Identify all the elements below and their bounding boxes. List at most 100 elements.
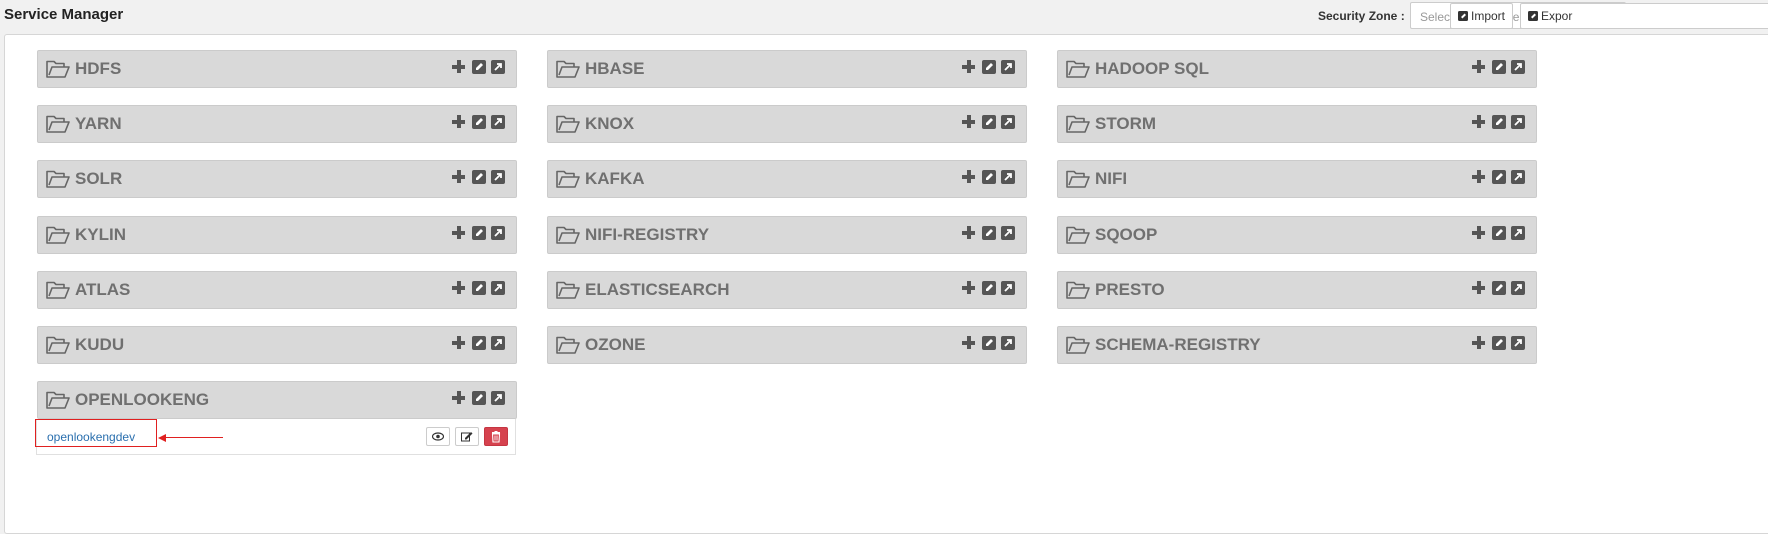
- view-repo-button[interactable]: [426, 427, 450, 446]
- service-kudu[interactable]: KUDU: [37, 326, 517, 364]
- external-link-icon[interactable]: [1001, 336, 1015, 350]
- edit-icon: [461, 432, 473, 442]
- edit-icon[interactable]: [1492, 281, 1506, 295]
- service-name: HDFS: [75, 59, 122, 78]
- service-actions: [1472, 226, 1525, 242]
- edit-icon[interactable]: [472, 170, 486, 184]
- plus-icon[interactable]: [962, 281, 977, 296]
- edit-icon[interactable]: [472, 391, 486, 405]
- external-link-icon[interactable]: [1511, 115, 1525, 129]
- service-actions: [962, 336, 1015, 352]
- service-nifi-registry[interactable]: NIFI-REGISTRY: [547, 216, 1027, 254]
- plus-icon[interactable]: [1472, 115, 1487, 130]
- import-icon: [1458, 11, 1468, 21]
- folder-open-icon: [556, 226, 580, 250]
- plus-icon[interactable]: [452, 391, 467, 406]
- edit-icon[interactable]: [1492, 170, 1506, 184]
- external-link-icon[interactable]: [1001, 115, 1015, 129]
- service-atlas[interactable]: ATLAS: [37, 271, 517, 309]
- external-link-icon[interactable]: [1001, 60, 1015, 74]
- plus-icon[interactable]: [1472, 226, 1487, 241]
- service-hdfs[interactable]: HDFS: [37, 50, 517, 88]
- edit-icon[interactable]: [1492, 60, 1506, 74]
- external-link-icon[interactable]: [1511, 60, 1525, 74]
- service-yarn[interactable]: YARN: [37, 105, 517, 143]
- plus-icon[interactable]: [1472, 336, 1487, 351]
- service-openlookeng[interactable]: OPENLOOKENG: [37, 381, 517, 419]
- import-button[interactable]: Import: [1450, 3, 1514, 29]
- service-nifi[interactable]: NIFI: [1057, 160, 1537, 198]
- export-button[interactable]: Expor: [1520, 3, 1768, 29]
- external-link-icon[interactable]: [1001, 281, 1015, 295]
- plus-icon[interactable]: [452, 226, 467, 241]
- service-storm[interactable]: STORM: [1057, 105, 1537, 143]
- service-solr[interactable]: SOLR: [37, 160, 517, 198]
- plus-icon[interactable]: [452, 170, 467, 185]
- service-presto[interactable]: PRESTO: [1057, 271, 1537, 309]
- plus-icon[interactable]: [452, 115, 467, 130]
- plus-icon[interactable]: [452, 281, 467, 296]
- annotation-arrow-head: [158, 434, 166, 442]
- edit-icon[interactable]: [1492, 336, 1506, 350]
- external-link-icon[interactable]: [1511, 226, 1525, 240]
- service-actions: [452, 226, 505, 242]
- service-name: YARN: [75, 114, 122, 133]
- edit-repo-button[interactable]: [455, 427, 479, 446]
- service-schema-registry[interactable]: SCHEMA-REGISTRY: [1057, 326, 1537, 364]
- plus-icon[interactable]: [452, 336, 467, 351]
- plus-icon[interactable]: [1472, 281, 1487, 296]
- edit-icon[interactable]: [1492, 115, 1506, 129]
- plus-icon[interactable]: [962, 115, 977, 130]
- page-title: Service Manager: [4, 6, 124, 23]
- edit-icon[interactable]: [472, 226, 486, 240]
- folder-open-icon: [556, 281, 580, 305]
- edit-icon[interactable]: [472, 115, 486, 129]
- external-link-icon[interactable]: [491, 391, 505, 405]
- plus-icon[interactable]: [1472, 170, 1487, 185]
- external-link-icon[interactable]: [491, 115, 505, 129]
- service-kylin[interactable]: KYLIN: [37, 216, 517, 254]
- service-name: SQOOP: [1095, 225, 1158, 244]
- external-link-icon[interactable]: [1511, 170, 1525, 184]
- service-actions: [452, 281, 505, 297]
- service-actions: [452, 336, 505, 352]
- delete-repo-button[interactable]: [484, 427, 508, 446]
- external-link-icon[interactable]: [491, 60, 505, 74]
- edit-icon[interactable]: [472, 60, 486, 74]
- external-link-icon[interactable]: [491, 336, 505, 350]
- external-link-icon[interactable]: [1511, 281, 1525, 295]
- annotation-highlight-box: [35, 419, 157, 447]
- service-name: PRESTO: [1095, 280, 1165, 299]
- edit-icon[interactable]: [982, 60, 996, 74]
- plus-icon[interactable]: [962, 336, 977, 351]
- external-link-icon[interactable]: [491, 226, 505, 240]
- plus-icon[interactable]: [1472, 60, 1487, 75]
- external-link-icon[interactable]: [491, 281, 505, 295]
- external-link-icon[interactable]: [1001, 170, 1015, 184]
- plus-icon[interactable]: [962, 226, 977, 241]
- plus-icon[interactable]: [452, 60, 467, 75]
- edit-icon[interactable]: [982, 170, 996, 184]
- service-hadoop-sql[interactable]: HADOOP SQL: [1057, 50, 1537, 88]
- service-ozone[interactable]: OZONE: [547, 326, 1027, 364]
- service-sqoop[interactable]: SQOOP: [1057, 216, 1537, 254]
- service-actions: [452, 60, 505, 76]
- external-link-icon[interactable]: [1511, 336, 1525, 350]
- service-kafka[interactable]: KAFKA: [547, 160, 1027, 198]
- service-elasticsearch[interactable]: ELASTICSEARCH: [547, 271, 1027, 309]
- folder-open-icon: [46, 115, 70, 139]
- edit-icon[interactable]: [982, 115, 996, 129]
- service-hbase[interactable]: HBASE: [547, 50, 1027, 88]
- edit-icon[interactable]: [982, 226, 996, 240]
- plus-icon[interactable]: [962, 60, 977, 75]
- edit-icon[interactable]: [982, 336, 996, 350]
- edit-icon[interactable]: [472, 336, 486, 350]
- external-link-icon[interactable]: [491, 170, 505, 184]
- service-name: HADOOP SQL: [1095, 59, 1209, 78]
- service-knox[interactable]: KNOX: [547, 105, 1027, 143]
- plus-icon[interactable]: [962, 170, 977, 185]
- edit-icon[interactable]: [472, 281, 486, 295]
- edit-icon[interactable]: [1492, 226, 1506, 240]
- external-link-icon[interactable]: [1001, 226, 1015, 240]
- edit-icon[interactable]: [982, 281, 996, 295]
